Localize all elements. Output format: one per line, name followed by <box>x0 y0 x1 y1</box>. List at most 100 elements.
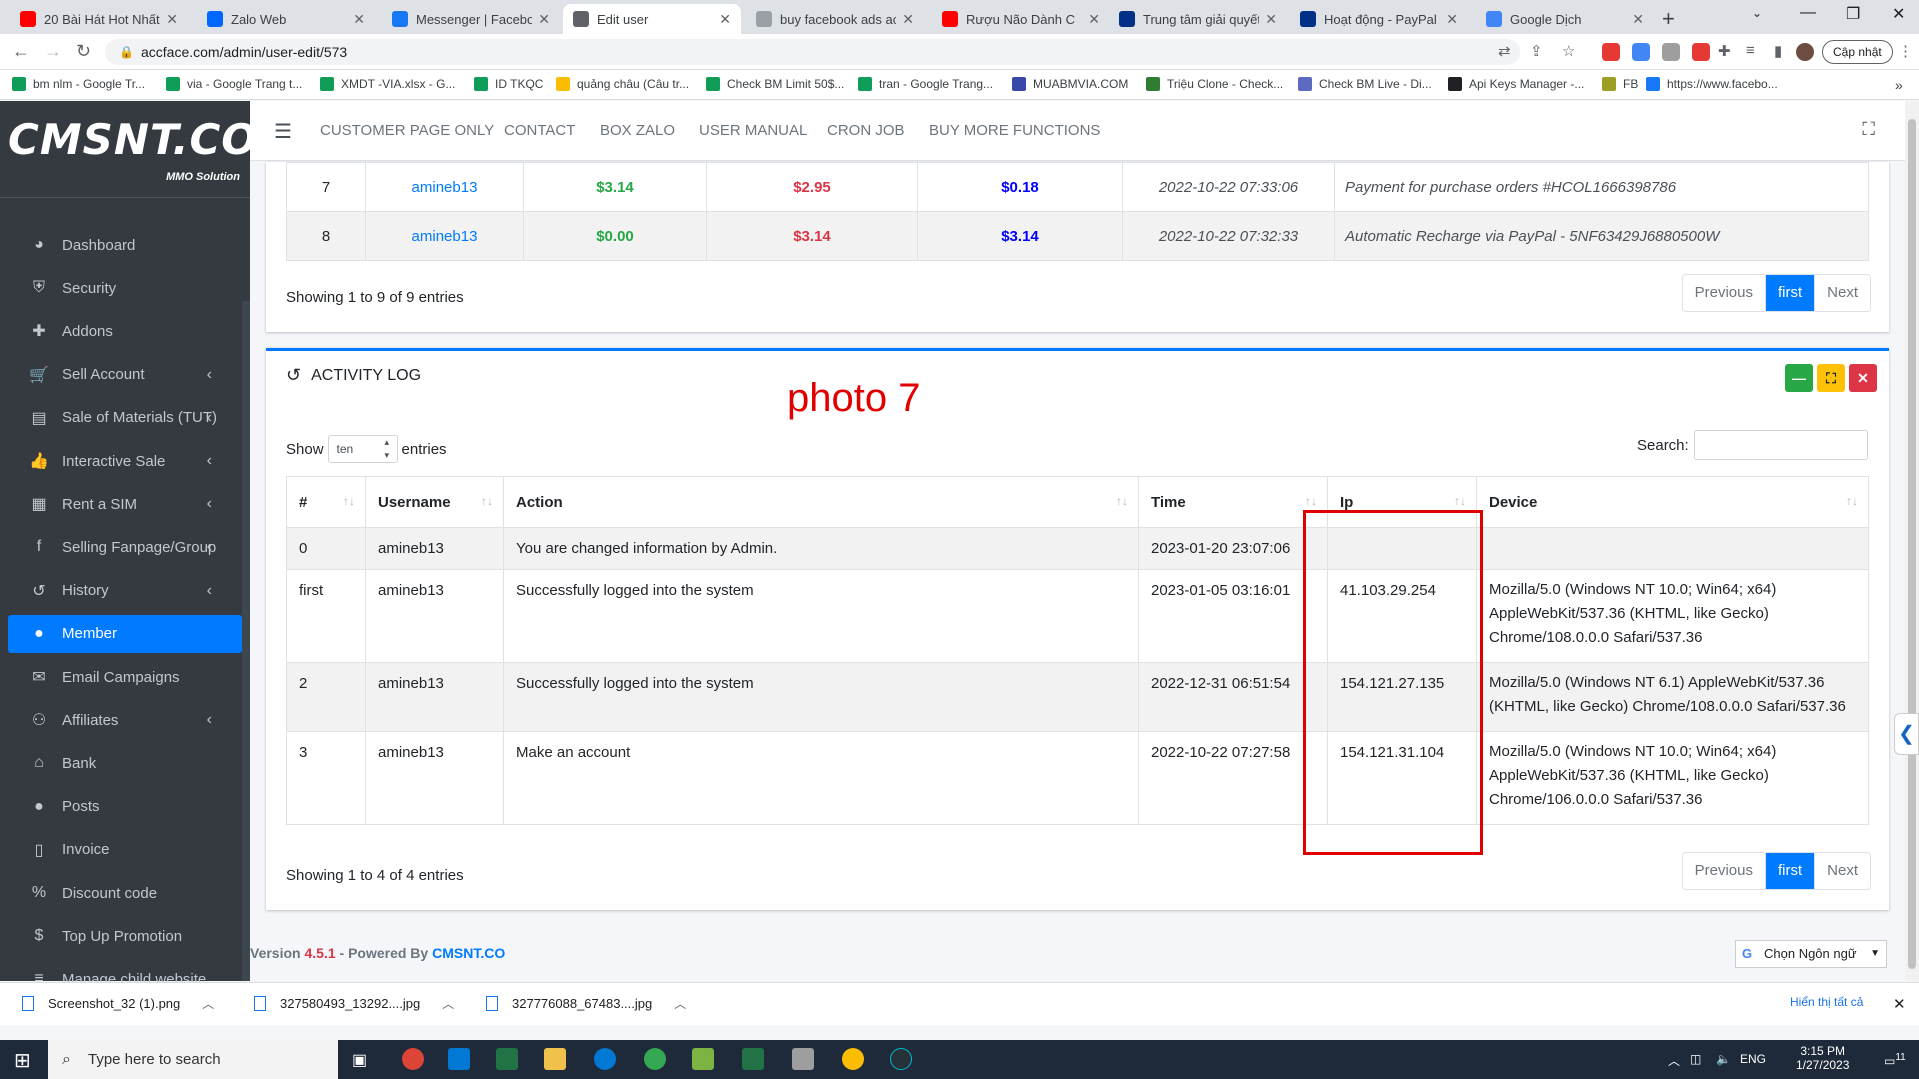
browser-tab[interactable]: 20 Bài Hát Hot Nhất T ✕ <box>10 4 188 34</box>
bookmark-item[interactable]: XMDT -VIA.xlsx - G... <box>320 77 455 91</box>
close-download-bar-icon[interactable]: ✕ <box>1893 995 1906 1013</box>
close-tab-icon[interactable]: ✕ <box>1265 11 1277 28</box>
forward-arrow-icon[interactable]: → <box>44 41 62 62</box>
cell-username-link[interactable]: amineb13 <box>365 662 504 732</box>
notification-icon[interactable]: ▭11 <box>1884 1052 1906 1068</box>
close-tab-icon[interactable]: ✕ <box>719 11 731 28</box>
browser-tab[interactable]: Zalo Web ✕ <box>197 4 375 34</box>
sidebar-scrollbar[interactable] <box>242 301 250 981</box>
sidebar-item-security[interactable]: ⛨ Security <box>8 269 242 307</box>
reading-list-icon[interactable]: ≡ <box>1746 42 1755 59</box>
sidebar-item-discount-code[interactable]: % Discount code <box>8 874 242 912</box>
close-tab-icon[interactable]: ✕ <box>166 11 178 28</box>
back-arrow-icon[interactable]: ← <box>12 41 30 62</box>
close-tab-icon[interactable]: ✕ <box>1088 11 1100 28</box>
column-header[interactable]: Action ↑↓ <box>503 476 1139 528</box>
app-icon[interactable] <box>448 1048 470 1070</box>
file-explorer-icon[interactable] <box>544 1048 566 1070</box>
network-icon[interactable]: ◫ <box>1690 1052 1701 1066</box>
clock[interactable]: 3:15 PM 1/27/2023 <box>1796 1044 1849 1072</box>
hamburger-menu-icon[interactable]: ☰ <box>274 119 292 144</box>
share-icon[interactable]: ⇪ <box>1530 42 1543 60</box>
puzzle-icon[interactable]: ✚ <box>1718 42 1731 60</box>
scrollbar-thumb[interactable] <box>1908 119 1916 969</box>
app-icon[interactable] <box>496 1048 518 1070</box>
chrome-icon[interactable] <box>644 1048 666 1070</box>
chrome-icon[interactable] <box>402 1048 424 1070</box>
reload-icon[interactable]: ↻ <box>76 41 91 62</box>
tray-chevron-icon[interactable]: ︿ <box>1668 1052 1680 1069</box>
volume-icon[interactable]: 🔈 <box>1716 1052 1731 1066</box>
sidebar-item-rent-a-sim[interactable]: ▦ Rent a SIM ‹ <box>8 485 242 523</box>
brand-logo[interactable]: CMSNT.CO MMO Solution <box>8 115 257 185</box>
column-header[interactable]: Time ↑↓ <box>1138 476 1328 528</box>
bookmark-item[interactable]: ID TKQC <box>474 77 543 91</box>
page-button-first[interactable]: first <box>1765 275 1816 311</box>
show-all-downloads[interactable]: Hiển thị tất cả <box>1790 995 1863 1009</box>
chrome-icon[interactable] <box>842 1048 864 1070</box>
app-icon[interactable] <box>890 1048 912 1070</box>
browser-tab[interactable]: Google Dịch ✕ <box>1476 4 1654 34</box>
search-input[interactable] <box>1694 430 1868 460</box>
fullscreen-icon[interactable]: ⛶ <box>1862 119 1875 140</box>
nav-contact[interactable]: CONTACT <box>504 122 575 139</box>
next-button[interactable]: Next <box>1815 275 1870 311</box>
url-bar[interactable]: 🔒 accface.com/admin/user-edit/573 <box>105 39 1520 65</box>
chevron-up-icon[interactable]: ︿ <box>674 995 686 1012</box>
nav-customer-page[interactable]: CUSTOMER PAGE ONLY <box>320 122 494 139</box>
side-panel-icon[interactable]: ▮ <box>1774 42 1782 60</box>
translate-icon[interactable]: ⇄ <box>1498 42 1511 60</box>
browser-tab[interactable]: buy facebook ads acc ✕ <box>746 4 924 34</box>
sidebar-item-dashboard[interactable]: ◕ Dashboard <box>8 226 242 264</box>
bookmark-item[interactable]: bm nlm - Google Tr... <box>12 77 145 91</box>
download-item[interactable]: 327580493_13292....jpg ︿ <box>254 995 454 1012</box>
app-icon[interactable] <box>692 1048 714 1070</box>
column-header[interactable]: Device ↑↓ <box>1476 476 1869 528</box>
excel-icon[interactable] <box>742 1048 764 1070</box>
previous-button[interactable]: Previous <box>1683 275 1766 311</box>
extension-icon[interactable] <box>1692 43 1710 61</box>
cell-username-link[interactable]: amineb13 <box>365 569 504 663</box>
bookmark-star-icon[interactable]: ☆ <box>1562 42 1575 60</box>
chevron-up-icon[interactable]: ︿ <box>202 995 214 1012</box>
profile-avatar[interactable] <box>1796 43 1814 61</box>
bookmark-item[interactable]: FB <box>1602 77 1638 91</box>
footer-brand-link[interactable]: CMSNT.CO <box>432 945 505 961</box>
app-icon[interactable] <box>792 1048 814 1070</box>
cell-username-link[interactable]: amineb13 <box>365 211 524 261</box>
remove-card-button[interactable]: ✕ <box>1849 364 1877 392</box>
close-tab-icon[interactable]: ✕ <box>902 11 914 28</box>
cell-username-link[interactable]: amineb13 <box>365 527 504 570</box>
close-tab-icon[interactable]: ✕ <box>353 11 365 28</box>
sidebar-item-sell-account[interactable]: 🛒 Sell Account ‹ <box>8 356 242 394</box>
adblock-extension-icon[interactable] <box>1602 43 1620 61</box>
bookmark-item[interactable]: MUABMVIA.COM <box>1012 77 1128 91</box>
close-window-button[interactable]: ✕ <box>1892 4 1905 24</box>
next-button[interactable]: Next <box>1815 853 1870 889</box>
close-tab-icon[interactable]: ✕ <box>1632 11 1644 28</box>
nav-box-zalo[interactable]: BOX ZALO <box>600 122 675 139</box>
sidebar-item-bank[interactable]: ⌂ Bank <box>8 744 242 782</box>
minimize-button[interactable]: — <box>1800 4 1816 22</box>
bookmark-item[interactable]: https://www.facebo... <box>1646 77 1778 91</box>
sidebar-item-invoice[interactable]: ▯ Invoice <box>8 831 242 869</box>
nav-buy-more-functions[interactable]: BUY MORE FUNCTIONS <box>929 122 1100 139</box>
sidebar-item-sale-of-materials-tut[interactable]: ▤ Sale of Materials (TUT) ‹ <box>8 399 242 437</box>
bookmark-item[interactable]: Api Keys Manager -... <box>1448 77 1584 91</box>
extension-icon[interactable] <box>1662 43 1680 61</box>
minimize-card-button[interactable]: — <box>1785 364 1813 392</box>
sidebar-item-top-up-promotion[interactable]: $ Top Up Promotion <box>8 917 242 955</box>
sidebar-item-email-campaigns[interactable]: ✉ Email Campaigns <box>8 658 242 696</box>
column-header[interactable]: # ↑↓ <box>286 476 366 528</box>
sidebar-item-interactive-sale[interactable]: 👍 Interactive Sale ‹ <box>8 442 242 480</box>
bookmark-item[interactable]: quảng châu (Câu tr... <box>556 77 689 91</box>
download-item[interactable]: 327776088_67483....jpg ︿ <box>486 995 686 1012</box>
sidebar-item-member[interactable]: ● Member <box>8 614 242 653</box>
cell-username-link[interactable]: amineb13 <box>365 731 504 825</box>
more-bookmarks-icon[interactable]: » <box>1895 77 1903 93</box>
kebab-menu-icon[interactable]: ⋮ <box>1898 42 1913 60</box>
nav-cron-job[interactable]: CRON JOB <box>827 122 905 139</box>
sidebar-item-affiliates[interactable]: ⚇ Affiliates ‹ <box>8 701 242 739</box>
close-tab-icon[interactable]: ✕ <box>538 11 550 28</box>
previous-button[interactable]: Previous <box>1683 853 1766 889</box>
